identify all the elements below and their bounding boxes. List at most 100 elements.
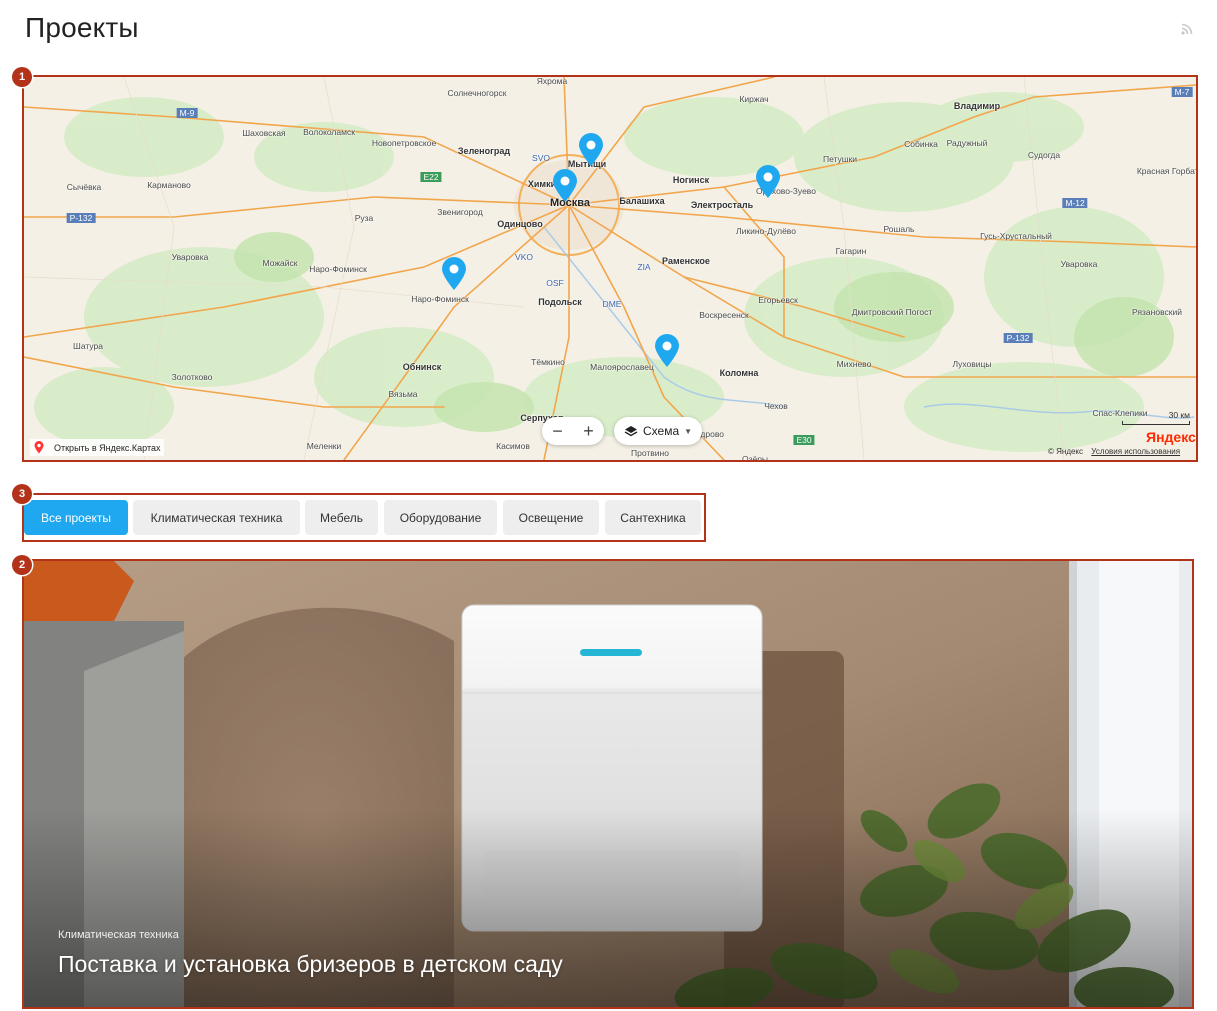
map-label-city: Ликино-Дулёво xyxy=(736,226,796,236)
map-label-city: Тёмкино xyxy=(531,357,565,367)
open-in-yandex-maps-link[interactable]: Открыть в Яндекс.Картах xyxy=(30,439,165,456)
project-card[interactable]: Климатическая техника Поставка и установ… xyxy=(22,559,1194,1009)
map-label-city: Вязьма xyxy=(388,389,418,399)
layer-switcher[interactable]: Схема ▼ xyxy=(614,417,703,445)
map-label-city: Чехов xyxy=(764,401,788,411)
project-card-image xyxy=(24,561,1192,1007)
map-label-city: Шаховская xyxy=(242,128,286,138)
map-label-city: Собинка xyxy=(904,139,938,149)
map-label-city: Гагарин xyxy=(835,246,867,256)
map-label-city: Рошаль xyxy=(883,224,915,234)
road-badge: E22 xyxy=(420,172,442,182)
filter-furniture[interactable]: Мебель xyxy=(305,500,378,535)
scale-label: 30 км xyxy=(1168,410,1190,420)
map-pin-icon[interactable] xyxy=(578,133,604,167)
airport-label: DME xyxy=(602,299,622,309)
copyright-text: © Яндекс xyxy=(1048,447,1084,456)
filter-lighting[interactable]: Освещение xyxy=(503,500,599,535)
map-label-city: Озёры xyxy=(741,454,769,462)
filter-climate-equipment[interactable]: Климатическая техника xyxy=(133,500,300,535)
road-badge: M-7 xyxy=(1171,87,1193,97)
map-label-city: Зеленоград xyxy=(457,146,511,156)
terms-link[interactable]: Условия использования xyxy=(1091,447,1180,456)
map-label-city: Михнево xyxy=(836,359,872,369)
map-label-city: Малоярославец xyxy=(590,362,654,372)
road-badge: P-132 xyxy=(1003,333,1033,343)
zoom-control: − + xyxy=(542,417,604,445)
page-title: Проекты xyxy=(25,12,139,43)
zoom-in-button[interactable]: + xyxy=(583,421,594,442)
map-label-city: Шатура xyxy=(73,341,103,351)
airport-label: SVO xyxy=(532,153,550,163)
map-label-city: Владимир xyxy=(953,101,1001,111)
map-label-city: Наро-Фоминск xyxy=(411,294,469,304)
zoom-out-button[interactable]: − xyxy=(552,421,563,442)
map-label-city: Егорьевск xyxy=(758,295,798,305)
map-pin-icon[interactable] xyxy=(441,257,467,291)
map-label-city: Рязановский xyxy=(1132,307,1182,317)
map-label-city: Радужный xyxy=(946,138,988,148)
map-label-city: Раменское xyxy=(662,256,710,266)
map-label-city: Руза xyxy=(354,213,374,223)
road-badge: M-12 xyxy=(1062,198,1088,208)
map-label-city: Уваровка xyxy=(1060,259,1098,269)
project-title[interactable]: Поставка и установка бризеров в детском … xyxy=(58,951,563,978)
map-label-city: Подольск xyxy=(538,297,582,307)
airport-label: ZIA xyxy=(637,262,651,272)
map-label-city: Дмитровский Погост xyxy=(851,307,933,317)
rss-icon[interactable] xyxy=(1179,21,1195,37)
map-label-city: Солнечногорск xyxy=(447,88,507,98)
map-label-city: Судогда xyxy=(1027,150,1061,160)
map-label-city: Петушки xyxy=(822,154,858,164)
map-label-city: Коломна xyxy=(719,368,759,378)
yandex-logo: Яндекс xyxy=(1146,429,1196,445)
annotation-badge-3: 3 xyxy=(12,484,32,504)
chevron-down-icon: ▼ xyxy=(684,426,693,436)
map-label-city: Гусь-Хрустальный xyxy=(980,231,1052,241)
filter-all-projects[interactable]: Все проекты xyxy=(24,500,128,535)
airport-label: VKO xyxy=(515,252,533,262)
map-pin-icon[interactable] xyxy=(755,165,781,199)
map-label-city: Новопетровское xyxy=(371,138,437,148)
map-label-city: Балашиха xyxy=(619,196,665,206)
projects-map[interactable]: Яхрома Солнечногорск Киржач Владимир Шах… xyxy=(22,75,1198,462)
map-label-city: Луховицы xyxy=(952,359,992,369)
map-label-city: Касимов xyxy=(496,441,530,451)
map-label-city: Звенигород xyxy=(437,207,483,217)
yandex-maps-pin-icon xyxy=(34,441,44,454)
map-label-city: Ногинск xyxy=(672,175,710,185)
scale-bar xyxy=(1122,421,1190,425)
map-label-city: Протвино xyxy=(631,448,669,458)
map-label-city: Яхрома xyxy=(536,76,568,86)
filter-plumbing[interactable]: Сантехника xyxy=(605,500,701,535)
map-base-layer xyxy=(24,77,1196,460)
map-scale: 30 км xyxy=(1122,410,1190,425)
map-copyright: © Яндекс Условия использования xyxy=(1048,447,1180,456)
map-label-city: Обнинск xyxy=(402,362,442,372)
map-label-city: Наро-Фоминск xyxy=(309,264,367,274)
annotation-badge-2: 2 xyxy=(12,555,32,575)
layer-label: Схема xyxy=(643,424,680,438)
map-pin-icon[interactable] xyxy=(552,169,578,203)
project-category-filters: Все проекты Климатическая техника Мебель… xyxy=(22,493,706,542)
map-label-city: Красная Горбатка xyxy=(1136,166,1198,176)
road-badge: E30 xyxy=(793,435,815,445)
map-label-city: Киржач xyxy=(739,94,769,104)
map-label-city: Сычёвка xyxy=(66,182,102,192)
map-label-city: Уваровка xyxy=(171,252,209,262)
road-badge: M-9 xyxy=(176,108,198,118)
map-label-city: Можайск xyxy=(262,258,298,268)
project-category: Климатическая техника xyxy=(58,929,179,941)
open-in-yandex-maps-label: Открыть в Яндекс.Картах xyxy=(54,442,161,453)
map-label-city: Золотково xyxy=(171,372,213,382)
annotation-badge-1: 1 xyxy=(12,67,32,87)
map-label-city: Электросталь xyxy=(690,200,754,210)
layers-icon xyxy=(624,426,638,437)
map-pin-icon[interactable] xyxy=(654,334,680,368)
map-label-city: Карманово xyxy=(147,180,191,190)
map-label-city: Волоколамск xyxy=(303,127,355,137)
map-label-city: Воскресенск xyxy=(699,310,749,320)
map-label-city: Меленки xyxy=(306,441,342,451)
filter-equipment[interactable]: Оборудование xyxy=(384,500,497,535)
map-label-city: Одинцово xyxy=(497,219,543,229)
